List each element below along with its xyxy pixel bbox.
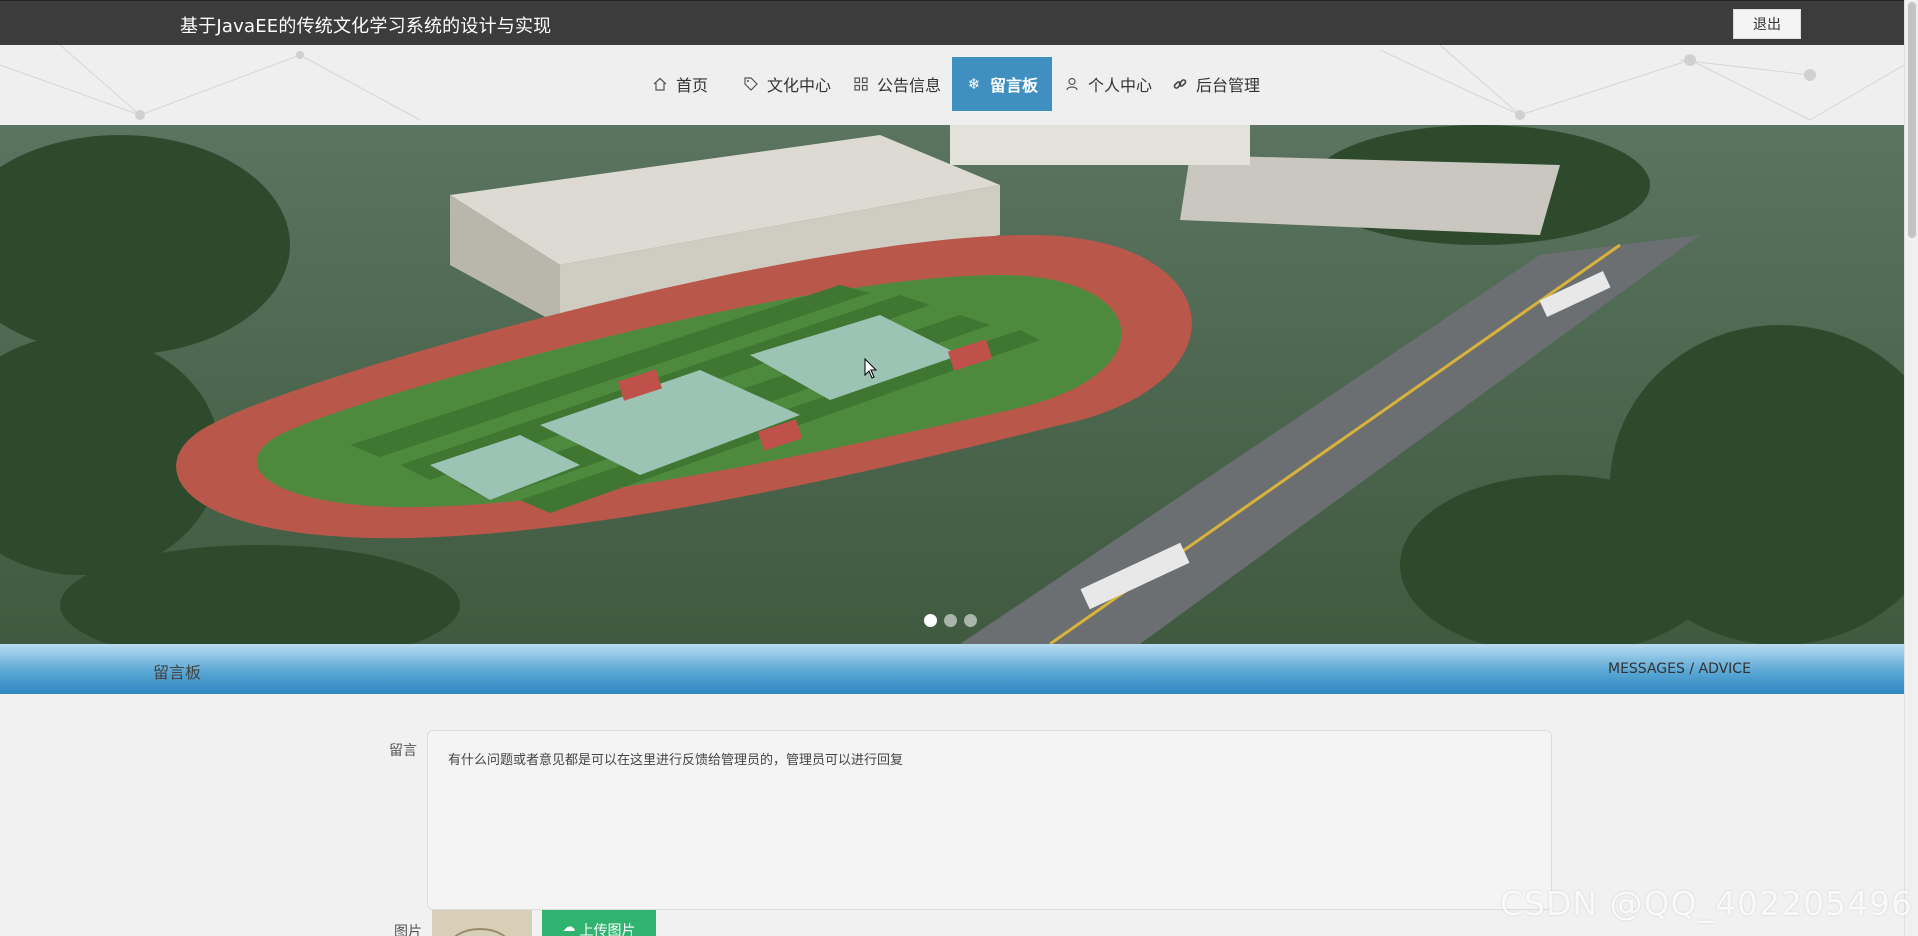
nav-item-message-board[interactable]: ❄ 留言板 (952, 57, 1052, 111)
nav-item-personal-center[interactable]: 个人中心 (1058, 57, 1158, 111)
snowflake-icon: ❄ (967, 75, 981, 93)
upload-button-label: 上传图片 (579, 923, 636, 936)
nav-item-label: 公告信息 (877, 76, 942, 95)
hero-banner (0, 125, 1904, 644)
nav-item-announcements[interactable]: 公告信息 (847, 57, 947, 111)
image-preview (432, 910, 532, 936)
home-icon (652, 76, 668, 92)
nav-item-label: 文化中心 (767, 76, 832, 95)
app-title: 基于JavaEE的传统文化学习系统的设计与实现 (180, 16, 552, 37)
upload-image-button[interactable]: ☁ 上传图片 (542, 910, 656, 936)
logout-button[interactable]: 退出 (1733, 9, 1801, 39)
carousel-indicators (924, 614, 977, 627)
section-title: 留言板 (153, 663, 202, 682)
section-header: 留言板 MESSAGES / ADVICE (0, 644, 1904, 694)
nav-item-label: 首页 (676, 76, 709, 95)
page-scrollbar[interactable] (1904, 0, 1918, 936)
image-label: 图片 (394, 924, 422, 936)
scrollbar-thumb[interactable] (1908, 2, 1916, 238)
user-icon (1064, 76, 1080, 92)
carousel-dot[interactable] (924, 614, 937, 627)
mouse-cursor-icon (864, 358, 878, 379)
link-icon (1172, 76, 1188, 92)
message-label: 留言 (389, 743, 417, 759)
main-nav: 首页 文化中心 公告信息 ❄ 留言板 个人中心 后台管理 (0, 45, 1904, 125)
nav-item-label: 留言板 (989, 76, 1038, 95)
upload-cloud-icon: ☁ (562, 920, 576, 935)
nav-item-label: 个人中心 (1088, 76, 1153, 95)
top-bar: 基于JavaEE的传统文化学习系统的设计与实现 退出 (0, 0, 1918, 45)
nav-item-label: 后台管理 (1196, 76, 1261, 95)
carousel-dot[interactable] (944, 614, 957, 627)
carousel-dot[interactable] (964, 614, 977, 627)
nav-item-home[interactable]: 首页 (646, 57, 714, 111)
watermark: CSDN @QQ_402205496 (1500, 884, 1913, 923)
section-subtitle: MESSAGES / ADVICE (1608, 661, 1751, 677)
grid-icon (853, 76, 869, 92)
tag-icon (743, 76, 759, 92)
nav-item-admin[interactable]: 后台管理 (1166, 57, 1266, 111)
message-textarea[interactable]: 有什么问题或者意见都是可以在这里进行反馈给管理员的，管理员可以进行回复 (427, 730, 1552, 910)
nav-item-culture-center[interactable]: 文化中心 (737, 57, 837, 111)
campus-aerial-image (0, 125, 1904, 644)
